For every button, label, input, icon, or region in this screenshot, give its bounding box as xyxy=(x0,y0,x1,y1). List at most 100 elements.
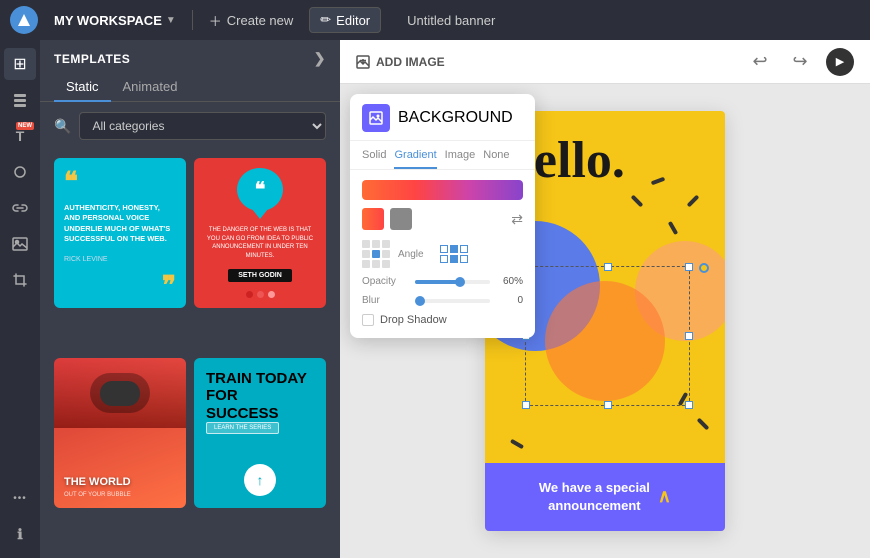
design-announcement-bar: We have a specialannouncement ∧ xyxy=(485,463,725,531)
workspace-chevron-icon: ▼ xyxy=(166,15,176,26)
dot-2 xyxy=(257,291,264,298)
color-swatches xyxy=(362,208,412,230)
angle-ctrl-4[interactable] xyxy=(440,255,448,263)
templates-panel: TEMPLATES ❯ Static Animated 🔍 All catego… xyxy=(40,40,340,558)
editor-button[interactable]: ✏ Editor xyxy=(309,7,381,33)
sidebar-shapes-button[interactable] xyxy=(4,156,36,188)
template-card-red[interactable]: ❝ THE DANGER OF THE WEB IS THAT YOU CAN … xyxy=(194,158,326,308)
angle-dot-tl[interactable] xyxy=(362,240,370,248)
bg-panel-header: BACKGROUND xyxy=(350,94,535,141)
app-logo[interactable] xyxy=(10,6,38,34)
template-card-blue[interactable]: ❝ AUTHENTICITY, HONESTY, AND PERSONAL VO… xyxy=(54,158,186,308)
handle-bc xyxy=(604,401,612,409)
sidebar-text-button[interactable]: T NEW xyxy=(4,120,36,152)
canvas-area: ADD IMAGE ↩ ↪ ▶ BACKGROUND Solid Gradien… xyxy=(340,40,870,558)
card-dots xyxy=(246,291,275,298)
angle-dot-ml[interactable] xyxy=(362,250,370,258)
announcement-text: We have a specialannouncement xyxy=(539,479,650,515)
angle-ctrl-6[interactable] xyxy=(460,255,468,263)
vr-image-placeholder xyxy=(54,358,186,428)
sidebar-crop-button[interactable] xyxy=(4,264,36,296)
angle-dot-mr[interactable] xyxy=(382,250,390,258)
template-card-train[interactable]: TRAIN TODAY FOR SUCCESS LEARN THE SERIES… xyxy=(194,358,326,508)
workspace-selector[interactable]: MY WORKSPACE ▼ xyxy=(54,13,176,28)
new-badge: NEW xyxy=(16,122,34,130)
sidebar-link-button[interactable] xyxy=(4,192,36,224)
redo-button[interactable]: ↪ xyxy=(786,48,814,76)
drop-shadow-checkbox[interactable] xyxy=(362,314,374,326)
angle-ctrl-1[interactable] xyxy=(440,245,448,253)
tab-static[interactable]: Static xyxy=(54,73,111,102)
workspace-label: MY WORKSPACE xyxy=(54,13,162,28)
canvas-workspace[interactable]: BACKGROUND Solid Gradient Image None xyxy=(340,84,870,558)
panel-tabs: Static Animated xyxy=(40,73,340,102)
card-author-box: SETH GODIN xyxy=(228,269,292,282)
bg-tab-none[interactable]: None xyxy=(483,149,509,169)
background-icon xyxy=(362,104,390,132)
opacity-slider[interactable] xyxy=(415,280,490,284)
panel-close-button[interactable]: ❯ xyxy=(314,50,326,67)
bg-tab-solid[interactable]: Solid xyxy=(362,149,386,169)
color-swatch-start[interactable] xyxy=(362,208,384,230)
card-train-title: TRAIN TODAY FOR SUCCESS xyxy=(206,370,314,422)
preview-play-button[interactable]: ▶ xyxy=(826,48,854,76)
main-layout: ⊞ T NEW ••• ℹ TEMPLATES ❯ xyxy=(0,40,870,558)
undo-button[interactable]: ↩ xyxy=(746,48,774,76)
panel-search-row: 🔍 All categories xyxy=(40,102,340,150)
sidebar-media-button[interactable] xyxy=(4,228,36,260)
angle-dot-bc[interactable] xyxy=(372,260,380,268)
angle-controls xyxy=(440,245,468,263)
angle-dot-br[interactable] xyxy=(382,260,390,268)
category-select[interactable]: All categories xyxy=(79,112,326,140)
drop-shadow-row: Drop Shadow xyxy=(350,306,535,326)
panel-header: TEMPLATES ❯ xyxy=(40,40,340,73)
bg-tab-gradient[interactable]: Gradient xyxy=(394,149,436,169)
drop-shadow-label: Drop Shadow xyxy=(380,314,447,326)
quote-open-icon: ❝ xyxy=(64,168,176,194)
create-new-label: Create new xyxy=(227,13,293,28)
color-swatch-end[interactable] xyxy=(390,208,412,230)
create-new-button[interactable]: ＋ Create new xyxy=(209,11,294,30)
card-red-text: THE DANGER OF THE WEB IS THAT YOU CAN GO… xyxy=(204,226,316,260)
templates-grid: ❝ AUTHENTICITY, HONESTY, AND PERSONAL VO… xyxy=(40,150,340,558)
document-title[interactable]: Untitled banner xyxy=(407,13,495,28)
opacity-thumb[interactable] xyxy=(455,277,465,287)
dash-7 xyxy=(510,439,524,449)
card-author: RICK LEVINE xyxy=(64,256,176,263)
nav-divider xyxy=(192,10,193,30)
sidebar-more-button[interactable]: ••• xyxy=(4,482,36,514)
blur-thumb[interactable] xyxy=(415,296,425,306)
search-icon: 🔍 xyxy=(54,118,71,135)
angle-dot-mc[interactable] xyxy=(372,250,380,258)
handle-br xyxy=(685,401,693,409)
angle-grid xyxy=(362,240,390,268)
card-learn-btn: LEARN THE SERIES xyxy=(206,422,279,434)
sidebar-info-button[interactable]: ℹ xyxy=(4,518,36,550)
bg-tab-image[interactable]: Image xyxy=(445,149,476,169)
gradient-bar[interactable] xyxy=(362,180,523,200)
opacity-fill xyxy=(415,280,460,284)
template-card-vr[interactable]: THE WORLD OUT OF YOUR BUBBLE xyxy=(54,358,186,508)
dash-1 xyxy=(631,195,644,208)
angle-dot-tc[interactable] xyxy=(372,240,380,248)
bg-gradient-section: ⇄ Ang xyxy=(350,170,535,268)
angle-row: Angle xyxy=(362,240,523,268)
angle-dot-tr[interactable] xyxy=(382,240,390,248)
quote-icon: ❝ xyxy=(255,177,266,202)
swap-colors-button[interactable]: ⇄ xyxy=(511,211,523,228)
card-quote-text: AUTHENTICITY, HONESTY, AND PERSONAL VOIC… xyxy=(64,203,176,245)
angle-ctrl-3[interactable] xyxy=(460,245,468,253)
opacity-row: Opacity 60% xyxy=(350,268,535,287)
handle-bl xyxy=(522,401,530,409)
add-image-button[interactable]: ADD IMAGE xyxy=(356,55,445,69)
blur-slider[interactable] xyxy=(415,299,490,303)
angle-ctrl-2[interactable] xyxy=(450,245,458,253)
card-vr-title: THE WORLD xyxy=(64,476,176,489)
angle-ctrl-5[interactable] xyxy=(450,255,458,263)
sidebar-layers-button[interactable] xyxy=(4,84,36,116)
blur-label: Blur xyxy=(362,295,407,306)
sidebar-templates-button[interactable]: ⊞ xyxy=(4,48,36,80)
angle-dot-bl[interactable] xyxy=(362,260,370,268)
dash-2 xyxy=(687,195,700,208)
tab-animated[interactable]: Animated xyxy=(111,73,190,102)
